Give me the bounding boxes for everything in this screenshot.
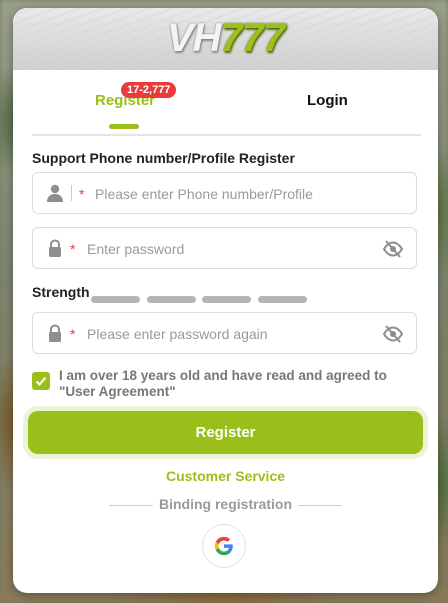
- field-separator: [71, 185, 72, 201]
- divider-line: [298, 505, 342, 506]
- strength-label: Strength: [32, 284, 90, 300]
- binding-registration-label: Binding registration: [159, 496, 292, 512]
- register-button[interactable]: Register: [28, 411, 423, 454]
- tabs-divider: [32, 134, 421, 136]
- strength-bar: [258, 296, 307, 303]
- eye-off-icon[interactable]: [382, 323, 404, 345]
- agree-checkbox[interactable]: [32, 372, 50, 390]
- strength-bar: [91, 296, 140, 303]
- tab-login[interactable]: Login: [307, 92, 348, 109]
- header-banner: VH777: [13, 8, 438, 70]
- strength-bar: [147, 296, 196, 303]
- confirm-password-input[interactable]: [85, 321, 369, 347]
- lock-icon: [45, 323, 65, 343]
- password-field[interactable]: *: [32, 227, 417, 269]
- lock-icon: [45, 238, 65, 258]
- active-tab-indicator: [109, 124, 139, 129]
- password-input[interactable]: [85, 236, 369, 262]
- check-icon: [35, 376, 47, 386]
- google-icon: [214, 536, 233, 556]
- user-icon: [45, 183, 65, 203]
- account-field-label: Support Phone number/Profile Register: [32, 150, 295, 166]
- eye-off-icon[interactable]: [382, 238, 404, 260]
- account-field[interactable]: *: [32, 172, 417, 214]
- agreement-text: I am over 18 years old and have read and…: [59, 368, 387, 399]
- google-login-button[interactable]: [202, 524, 246, 568]
- required-asterisk: *: [79, 186, 85, 202]
- register-bonus-badge: 17-2,777: [121, 82, 177, 98]
- required-asterisk: *: [70, 326, 76, 342]
- strength-bar: [202, 296, 251, 303]
- brand-logo: VH777: [166, 16, 285, 60]
- customer-service-link[interactable]: Customer Service: [13, 468, 438, 484]
- auth-tabs: Register 17-2,777 Login: [13, 70, 438, 140]
- register-modal: VH777 Register 17-2,777 Login Support Ph…: [13, 8, 438, 593]
- account-input[interactable]: [93, 181, 407, 207]
- required-asterisk: *: [70, 241, 76, 257]
- confirm-password-field[interactable]: *: [32, 312, 417, 354]
